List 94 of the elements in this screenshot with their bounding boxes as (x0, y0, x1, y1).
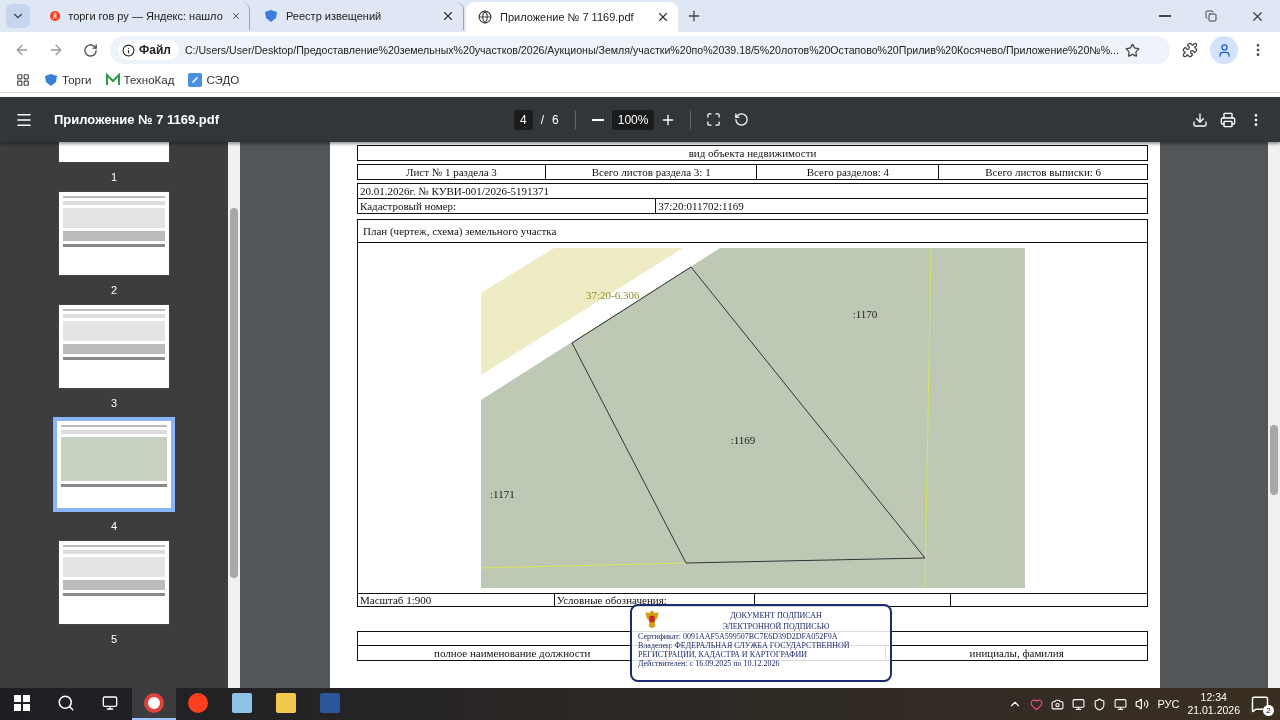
windows-logo-icon (14, 695, 30, 711)
url-text: C:/Users/User/Desktop/Предоставление%20земельных%20участков/2026/Аукционы/Земля/участки%20по%2039.18/5%20лотов%20Остапово%20Прилив%20Косячево/Приложение%20№%... (184, 44, 1119, 56)
tab-title: торги гов ру — Яндекс: нашло (68, 10, 223, 22)
browser-tab[interactable]: Приложение № 7 1169.pdf (466, 2, 678, 32)
document-icon (188, 73, 203, 87)
page-total: 6 (552, 112, 559, 127)
globe-icon (478, 10, 492, 24)
taskbar-app-button[interactable] (132, 688, 176, 720)
letter-m-logo-icon (105, 73, 120, 87)
page-number: 3 (110, 397, 118, 409)
puzzle-icon (1182, 42, 1198, 58)
owner-text: РЕГИСТРАЦИИ, КАДАСТРА И КАРТОГРАФИИ (638, 650, 808, 659)
page-thumbnail[interactable] (58, 540, 170, 625)
page-number-field[interactable]: 4 (514, 109, 533, 130)
page-thumbnail[interactable] (53, 417, 175, 512)
tab-title: Приложение № 7 1169.pdf (500, 11, 635, 23)
scrollbar[interactable] (228, 142, 240, 688)
fit-page-icon (705, 112, 721, 127)
apps-grid-icon[interactable] (16, 73, 30, 87)
page-thumbnail[interactable] (58, 304, 170, 389)
stamp-title: ДОКУМЕНТ ПОДПИСАН (730, 610, 822, 621)
parcel-label: :1169 (730, 434, 756, 446)
owner-text: Владелец: ФЕДЕРАЛЬНАЯ СЛУЖБА ГОСУДАРСТВЕННОЙ (638, 641, 850, 650)
page-thumbnail[interactable] (58, 191, 170, 276)
monitor-icon[interactable] (1072, 697, 1086, 711)
notifications-button[interactable]: 2 (1248, 692, 1272, 716)
search-icon (57, 694, 75, 712)
heart-icon[interactable] (1030, 697, 1044, 711)
name-caption: инициалы, фамилия (968, 646, 1065, 660)
sheet-info-cell: Всего листов раздела 3: 1 (545, 165, 758, 179)
cadastral-label: Кадастровый номер: (358, 199, 657, 213)
site-icon (50, 9, 61, 23)
eagle-emblem-icon (644, 609, 660, 629)
bookmark-link[interactable]: Торги (44, 73, 92, 87)
scale-text: Масштаб 1:900 (358, 594, 555, 606)
certificate-text: Сертификат: 0091AAF5A599507BC7E6D39D2DFA052F9A (638, 632, 838, 641)
extract-number-text: 20.01.2026г. № КУВИ-001/2026-5191371 (359, 184, 551, 198)
tab-title: Реестр извещений (286, 10, 383, 22)
camera-icon[interactable] (1051, 697, 1065, 711)
plan-title: План (чертеж, схема) земельного участка (362, 224, 558, 239)
browser-tab[interactable]: Реестр извещений (252, 2, 464, 30)
download-icon (1192, 111, 1208, 128)
plus-icon (686, 8, 702, 24)
app-icon (188, 693, 208, 713)
sheet-info-cell: Всего разделов: 4 (757, 165, 940, 179)
close-icon[interactable] (656, 10, 670, 24)
language-indicator[interactable]: РУС (1157, 698, 1180, 710)
file-name: Приложение № 7 1169.pdf (54, 112, 221, 127)
person-icon (1216, 42, 1232, 58)
scrollbar[interactable] (1268, 142, 1280, 688)
page-separator: / (540, 112, 545, 127)
notepad-icon (232, 693, 252, 713)
shield-icon[interactable] (1093, 697, 1107, 711)
chat-bubble-icon (1251, 695, 1269, 713)
browser-icon (144, 693, 164, 713)
folder-icon (276, 693, 296, 713)
printer-icon (1220, 111, 1236, 128)
forward-arrow-icon (48, 42, 64, 58)
clock-time: 12:34 (1200, 691, 1227, 704)
zone-label: 37:20-6.306 (586, 289, 640, 301)
stamp-title: ЭЛЕКТРОННОЙ ПОДПИСЬЮ (722, 621, 830, 632)
profile-button[interactable] (1210, 36, 1238, 64)
emblem-icon (44, 73, 58, 87)
sheet-info-cell-text: Всего листов выписки: 6 (984, 165, 1103, 179)
validity-text: Действителен: с 16.09.2025 по 10.12.2026 (638, 659, 780, 668)
notification-count: 2 (1263, 705, 1274, 716)
bookmark-link[interactable]: СЭДО (188, 73, 240, 87)
close-icon[interactable] (441, 9, 455, 23)
site-info-chip[interactable]: Файл (118, 40, 179, 60)
sheet-info-cell: Лист № 1 раздела 3 (358, 165, 546, 179)
tab-search-button[interactable] (6, 4, 30, 28)
page-number: 2 (110, 284, 118, 296)
rotate-icon (733, 112, 749, 127)
bookmark-link[interactable]: ТехноКад (105, 73, 175, 87)
page-number: 5 (110, 633, 118, 645)
page-number: 1 (110, 171, 118, 183)
zoom-field[interactable]: 100% (611, 109, 655, 130)
emblem-icon (264, 9, 278, 23)
parcel-label: :1171 (490, 488, 515, 500)
info-icon (122, 43, 135, 57)
bookmark-star-icon[interactable] (1124, 42, 1140, 58)
volume-icon[interactable] (1135, 697, 1150, 711)
page-number: 4 (110, 520, 118, 532)
reload-icon (82, 42, 98, 58)
clock-date: 21.01.2026 (1187, 704, 1240, 717)
object-type-text: вид объекта недвижимости (687, 146, 818, 160)
parcel-label: :1170 (852, 308, 878, 320)
address-bar[interactable]: Файл C:/Users/User/Desktop/Предоставление%20земельных%20участков/2026/Аукционы/Земля/участки%20по%2039.18/5%20лотов%20Остапово%20Прилив%20Косячево/Приложение%20№%... (110, 36, 1170, 64)
restore-icon (1205, 10, 1217, 22)
minus-icon (591, 118, 604, 121)
browser-tab[interactable]: торги гов ру — Яндекс: нашло (38, 2, 250, 30)
minimize-icon (1159, 15, 1171, 17)
word-icon (320, 693, 340, 713)
cadastral-number: 37:20:011702:1169 (657, 199, 745, 213)
